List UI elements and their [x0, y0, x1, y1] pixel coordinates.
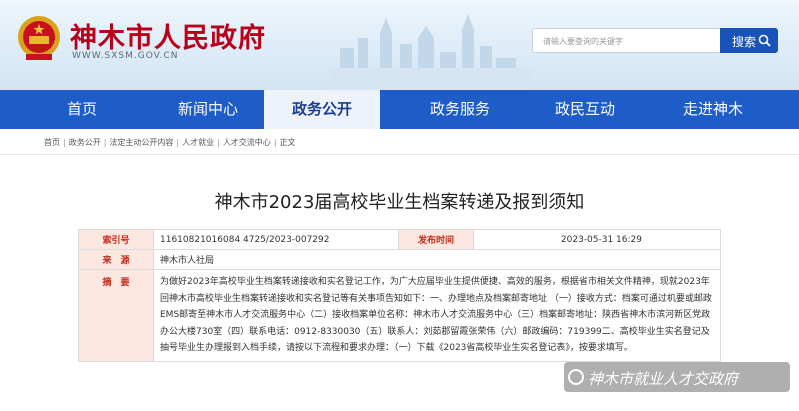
index-label: 索引号: [78, 229, 154, 250]
article-title: 神木市2023届高校毕业生档案转递及报到须知: [214, 192, 585, 213]
source-value: 神木市人社局: [153, 249, 721, 270]
published-label: 发布时间: [398, 229, 474, 250]
breadcrumb-bar: 首页 | 政务公开 | 法定主动公开内容 | 人才就业 | 人才交流中心 | 正文: [0, 129, 799, 155]
breadcrumb-item[interactable]: 人才交流中心: [223, 138, 271, 147]
main-nav: 首页 新闻中心 政务公开 政务服务 政民互动 走进神木: [0, 90, 799, 129]
wechat-logo-icon: [568, 369, 584, 385]
watermark-text: 神木市就业人才交政府: [588, 370, 739, 388]
breadcrumb-item[interactable]: 政务公开: [69, 138, 101, 147]
national-emblem-icon: [18, 16, 60, 60]
city-skyline-graphic: [330, 14, 530, 90]
nav-item-services[interactable]: 政务服务: [400, 90, 520, 129]
search-icon: [758, 34, 771, 47]
nav-item-news[interactable]: 新闻中心: [158, 90, 258, 129]
site-header: 神木市人民政府 WWW.SXSM.GOV.CN 请输入要查询的关键字 搜索: [0, 0, 799, 90]
nav-item-interaction[interactable]: 政民互动: [530, 90, 640, 129]
abstract-text: 为做好2023年高校毕业生档案转递接收和实名登记工作，为广大应届毕业生提供便捷、…: [153, 269, 721, 362]
search-input[interactable]: 请输入要查询的关键字: [532, 28, 720, 53]
wechat-watermark: 神木市就业人才交政府: [564, 362, 790, 392]
search-button[interactable]: 搜索: [720, 28, 778, 53]
source-label: 来 源: [78, 249, 154, 270]
breadcrumb-item[interactable]: 首页: [44, 138, 60, 147]
site-title[interactable]: 神木市人民政府: [70, 16, 266, 55]
breadcrumb: 首页 | 政务公开 | 法定主动公开内容 | 人才就业 | 人才交流中心 | 正文: [44, 138, 296, 147]
nav-item-home[interactable]: 首页: [32, 90, 132, 129]
site-url: WWW.SXSM.GOV.CN: [72, 51, 179, 61]
index-value: 11610821016084 4725/2023-007292: [153, 229, 399, 250]
article-meta-table: 索引号 11610821016084 4725/2023-007292 发布时间…: [78, 229, 721, 362]
breadcrumb-item[interactable]: 人才就业: [182, 138, 214, 147]
nav-item-about[interactable]: 走进神木: [658, 90, 768, 129]
abstract-label: 摘 要: [78, 269, 154, 362]
nav-item-gov-affairs[interactable]: 政务公开: [264, 90, 380, 129]
breadcrumb-item: 正文: [279, 138, 296, 147]
search-button-label: 搜索: [732, 35, 757, 49]
breadcrumb-item[interactable]: 法定主动公开内容: [109, 138, 173, 147]
published-value: 2023-05-31 16:29: [473, 229, 721, 250]
